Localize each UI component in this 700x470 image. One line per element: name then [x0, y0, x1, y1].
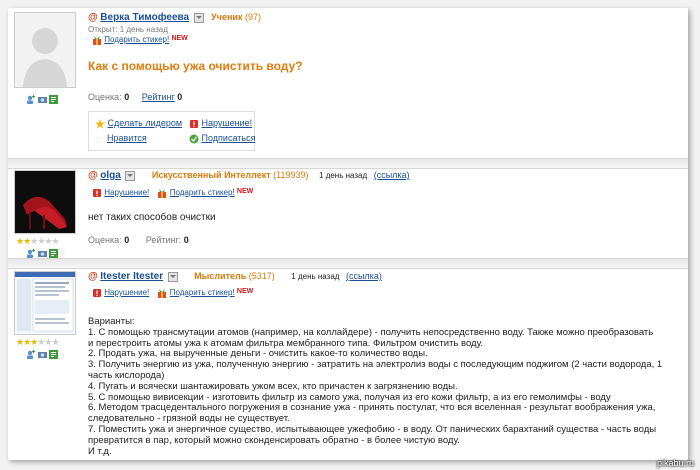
question-post: @ Верка Тимофеева Ученик (97) Открыт: 1 … — [8, 8, 688, 158]
default-avatar-icon — [15, 13, 75, 87]
user-stars: ★★★★★★ — [14, 337, 76, 348]
author-column: ★★★★★★ — [14, 271, 76, 360]
gift-sticker-link[interactable]: Подарить стикер! — [170, 288, 235, 297]
photo-icon[interactable] — [37, 95, 47, 104]
answer-post-1: ★★★★★★ @ olga Искусственный Интеллект (1… — [8, 170, 688, 266]
photo-icon[interactable] — [37, 249, 47, 258]
text-line: 1. С помощью трансмутации атомов (наприм… — [88, 326, 654, 338]
actions-panel: Сделать лидером Нарушение! Нравится Подп… — [88, 111, 255, 151]
add-friend-icon[interactable] — [26, 95, 35, 105]
text-line: И т.д. — [88, 445, 112, 457]
user-menu-dropdown-icon[interactable] — [167, 271, 178, 282]
gift-sticker: Подарить стикер! NEW — [92, 35, 188, 45]
author-tools — [14, 349, 76, 360]
score-block: Оценка: 0 Рейтинг 0 — [88, 92, 182, 102]
at-icon: @ — [88, 12, 98, 23]
avatar[interactable] — [14, 12, 76, 88]
gift-icon — [157, 288, 167, 298]
make-leader-link[interactable]: Сделать лидером — [108, 118, 183, 128]
like-link[interactable]: Нравится — [107, 133, 147, 143]
rating-link[interactable]: Рейтинг — [142, 92, 175, 102]
question-title: Как с помощью ужа очистить воду? — [88, 59, 303, 73]
avatar-shoes-image — [15, 171, 75, 233]
score-label: Оценка: — [88, 92, 122, 102]
add-friend-icon[interactable] — [26, 350, 35, 360]
permalink[interactable]: (ссылка) — [346, 271, 382, 281]
star-icon — [95, 118, 105, 129]
answer-time: 1 день назад — [291, 272, 340, 281]
star-off-icon: ★ — [51, 337, 59, 347]
warning-icon — [92, 288, 102, 298]
score-value: 0 — [124, 92, 130, 102]
score-value: 0 — [124, 235, 130, 245]
star-off-icon: ★ — [51, 236, 59, 246]
author-line: @ Itester Itester Мыслитель (5317) 1 ден… — [88, 271, 382, 282]
text-line: 3. Получить энергию из ужа, полученную э… — [88, 359, 663, 371]
post-separator — [8, 158, 688, 169]
avatar[interactable] — [14, 170, 76, 234]
score-label: Оценка: — [88, 235, 122, 245]
watermark: pikabu.ru — [656, 458, 694, 468]
post-separator — [8, 258, 688, 269]
new-badge: NEW — [171, 35, 188, 42]
blog-icon[interactable] — [49, 249, 59, 259]
subscribe-link[interactable]: Подписаться — [202, 133, 256, 143]
rating-label: Рейтинг: — [145, 235, 182, 245]
author-rank: Искусственный Интеллект (119939) — [151, 170, 309, 180]
violation-link[interactable]: Нарушение! — [202, 118, 253, 128]
blog-icon[interactable] — [49, 95, 59, 105]
opened-time: Открыт: 1 день назад — [88, 25, 168, 34]
subscribe-icon — [189, 134, 199, 144]
user-menu-dropdown-icon[interactable] — [193, 12, 204, 23]
warning-icon — [189, 119, 199, 129]
new-badge: NEW — [236, 188, 254, 195]
author-column — [14, 12, 76, 105]
avatar[interactable] — [14, 271, 76, 335]
gift-sticker-link[interactable]: Подарить стикер! — [104, 35, 169, 44]
photo-icon[interactable] — [37, 350, 47, 359]
author-tools — [14, 94, 76, 105]
author-line: @ olga Искусственный Интеллект (119939) … — [88, 170, 410, 181]
avatar-screenshot-image — [15, 272, 75, 334]
warning-icon — [92, 188, 102, 198]
author-line: @ Верка Тимофеева Ученик (97) — [88, 12, 261, 23]
gift-icon — [157, 188, 167, 198]
answer-post-2: ★★★★★★ @ Itester Itester Мыслитель (5317… — [8, 271, 688, 460]
answer-time: 1 день назад — [319, 171, 368, 180]
new-badge: NEW — [236, 288, 254, 295]
add-friend-icon[interactable] — [26, 249, 35, 259]
page-frame: @ Верка Тимофеева Ученик (97) Открыт: 1 … — [8, 8, 688, 460]
permalink[interactable]: (ссылка) — [374, 170, 410, 180]
author-name-link[interactable]: Верка Тимофеева — [100, 12, 189, 23]
author-rank: Мыслитель (5317) — [194, 271, 275, 281]
make-leader-action[interactable]: Сделать лидером — [95, 118, 182, 129]
answer-actions: Нарушение! Подарить стикер! NEW — [92, 288, 253, 298]
rating-value: 0 — [183, 235, 189, 245]
violation-action[interactable]: Нарушение! — [189, 118, 252, 129]
rating-value: 0 — [177, 92, 183, 102]
user-stars: ★★★★★★ — [14, 236, 76, 247]
answer-actions: Нарушение! Подарить стикер! NEW — [92, 188, 253, 198]
author-name-link[interactable]: Itester Itester — [100, 271, 163, 282]
subscribe-action[interactable]: Подписаться — [189, 133, 255, 144]
text-line: 4. Пугать и всячески шантажировать ужом … — [88, 380, 458, 392]
author-name-link[interactable]: olga — [100, 170, 121, 181]
blog-icon[interactable] — [49, 350, 59, 360]
answer-text: Варианты: 1. С помощью трансмутации атом… — [88, 316, 678, 457]
author-tools — [14, 248, 76, 259]
author-rank: Ученик (97) — [211, 12, 261, 22]
like-action[interactable]: Нравится — [107, 133, 147, 143]
at-icon: @ — [88, 271, 98, 282]
author-column: ★★★★★★ — [14, 170, 76, 259]
violation-link[interactable]: Нарушение! — [104, 188, 149, 197]
gift-icon — [92, 35, 102, 45]
user-menu-dropdown-icon[interactable] — [125, 170, 136, 181]
answer-text: нет таких способов очистки — [88, 212, 216, 223]
score-block: Оценка: 0 Рейтинг: 0 — [88, 235, 189, 245]
violation-link[interactable]: Нарушение! — [104, 288, 149, 297]
gift-sticker-link[interactable]: Подарить стикер! — [170, 188, 235, 197]
text-line: превратится в пар, который можно сконден… — [88, 434, 460, 446]
at-icon: @ — [88, 170, 98, 181]
